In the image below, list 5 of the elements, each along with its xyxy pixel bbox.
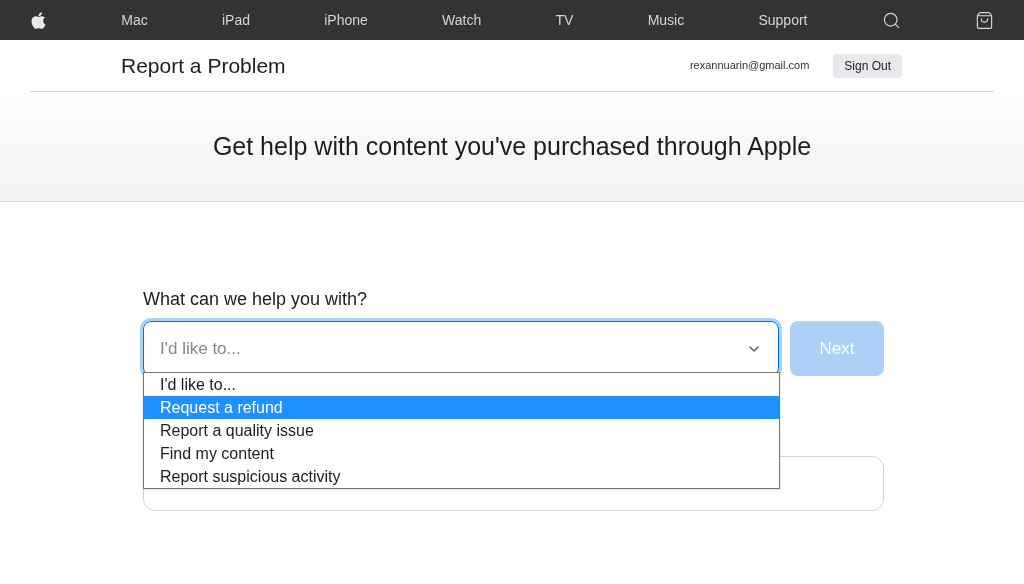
account-email: rexannuarin@gmail.com [689, 58, 810, 74]
select-placeholder: I'd like to... [160, 337, 241, 360]
hero-heading: Get help with content you've purchased through Apple [212, 130, 812, 162]
form-label: What can we help you with? [143, 288, 368, 311]
page-title: Report a Problem [121, 52, 286, 79]
